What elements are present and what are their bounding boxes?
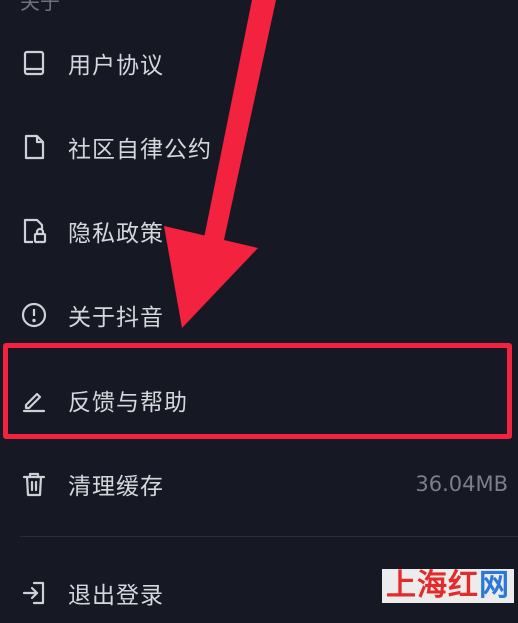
menu-item-label: 用户协议 [68,53,164,79]
menu-item-clear-cache[interactable]: 清理缓存 36.04MB [0,454,518,514]
divider [20,536,518,537]
cache-size-value: 36.04MB [415,472,508,496]
menu-item-user-agreement[interactable]: 用户协议 [0,33,518,93]
menu-item-label: 隐私政策 [68,221,164,247]
book-icon [20,49,48,77]
section-header: 关于 [20,0,60,14]
watermark: 上海红网 [382,569,514,603]
highlight-box [3,343,512,439]
document-icon [20,133,48,161]
trash-icon [20,470,48,498]
menu-item-label: 关于抖音 [68,305,164,331]
menu-item-label: 社区自律公约 [68,137,212,163]
menu-item-community-guidelines[interactable]: 社区自律公约 [0,117,518,177]
info-icon [20,301,48,329]
logout-icon [20,579,48,607]
menu-item-label: 清理缓存 [68,474,164,500]
menu-item-about-douyin[interactable]: 关于抖音 [0,285,518,345]
privacy-lock-icon [20,217,48,245]
menu-item-privacy-policy[interactable]: 隐私政策 [0,201,518,261]
